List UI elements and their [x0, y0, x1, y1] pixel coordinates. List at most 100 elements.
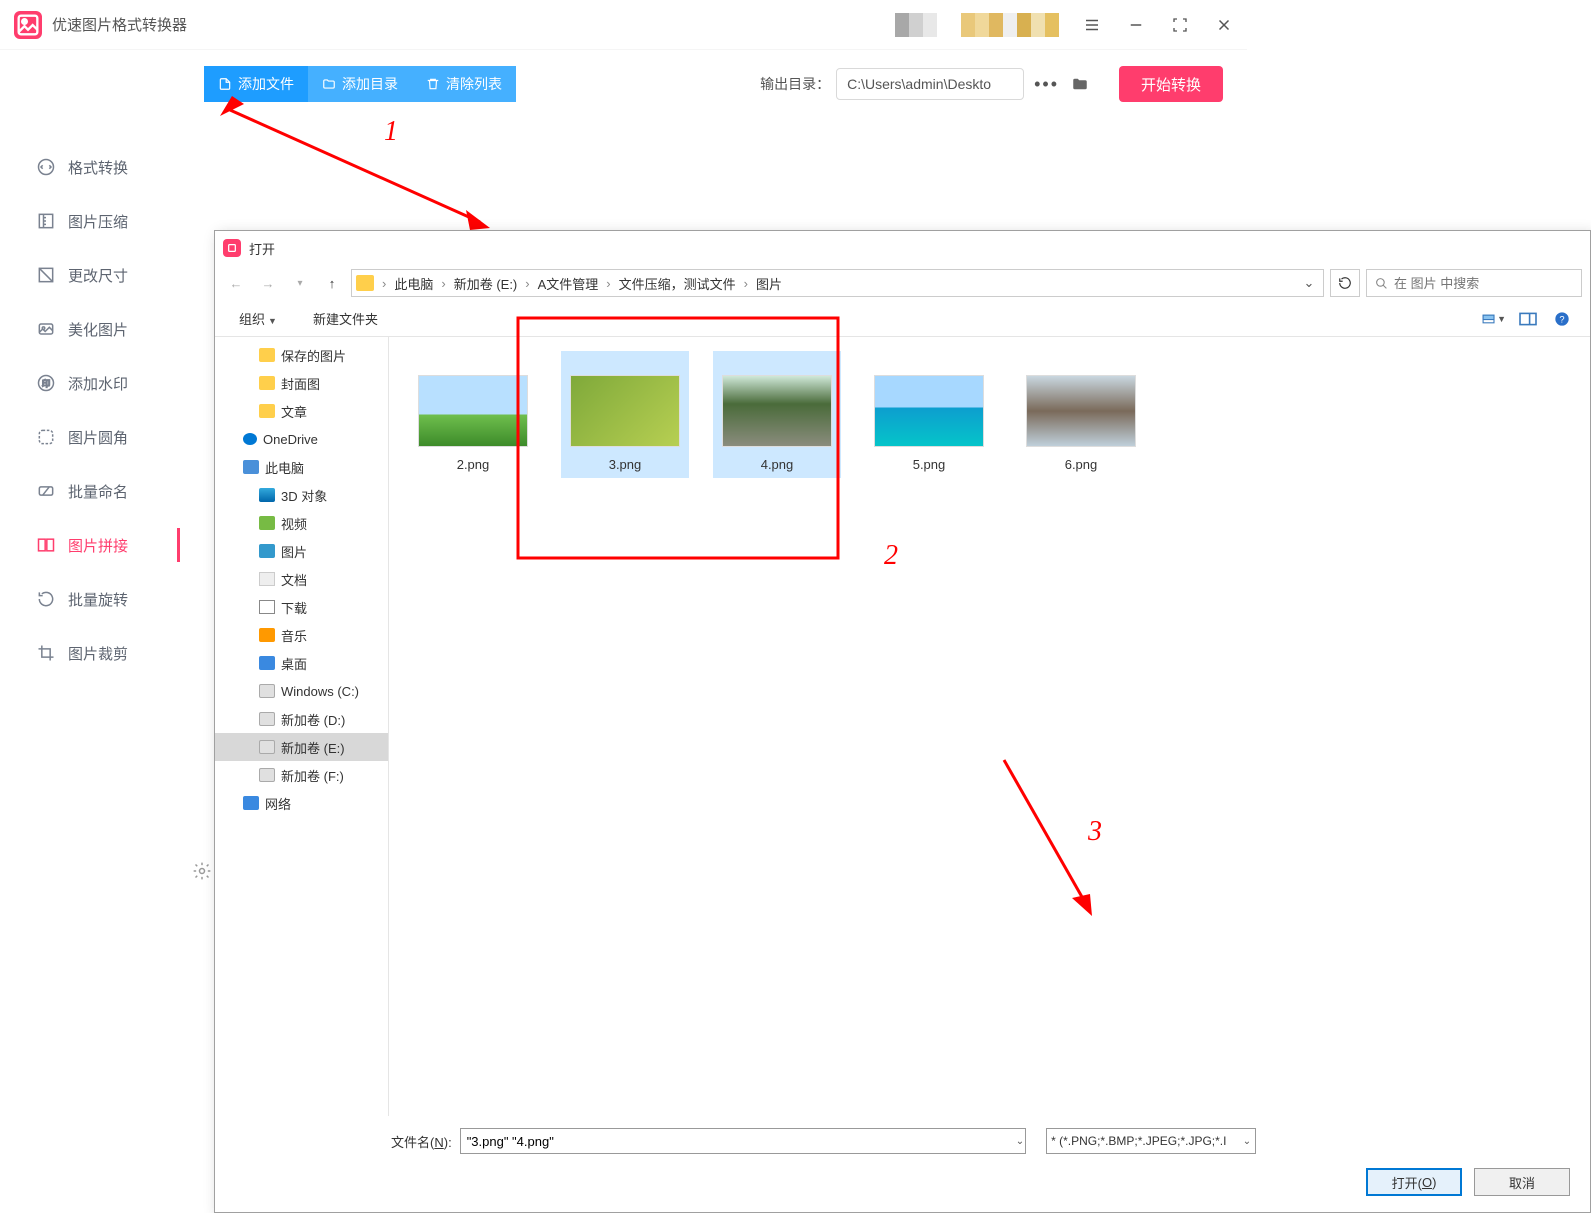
tree-item[interactable]: 下载 [215, 593, 388, 621]
breadcrumb-folder-icon [356, 275, 374, 291]
rename-icon [36, 481, 56, 501]
sidebar-item-resize[interactable]: 更改尺寸 [0, 248, 180, 302]
tree-item[interactable]: 图片 [215, 537, 388, 565]
preview-pane-icon[interactable] [1516, 309, 1540, 329]
browse-dots-button[interactable]: ••• [1034, 74, 1059, 95]
filename-label: 文件名(N): [391, 1132, 452, 1151]
tree-item[interactable]: 文档 [215, 565, 388, 593]
file-name-label: 2.png [457, 457, 490, 472]
search-icon [1375, 277, 1388, 290]
tree-item[interactable]: 桌面 [215, 649, 388, 677]
start-convert-button[interactable]: 开始转换 [1119, 66, 1223, 102]
folder-icon [259, 376, 275, 390]
search-input[interactable] [1394, 276, 1573, 291]
cancel-button[interactable]: 取消 [1474, 1168, 1570, 1196]
file-tile[interactable]: 5.png [865, 351, 993, 478]
menu-icon[interactable] [1083, 16, 1101, 34]
nav-recent-dropdown-icon[interactable]: ▾ [287, 270, 313, 296]
sidebar: 格式转换 图片压缩 更改尺寸 美化图片 印 添加水印 图片圆角 [0, 50, 180, 1213]
add-file-button[interactable]: 添加文件 [204, 66, 308, 102]
filename-input[interactable] [460, 1128, 1026, 1154]
tree-item[interactable]: 新加卷 (F:) [215, 761, 388, 789]
settings-corner-icon[interactable] [192, 861, 212, 881]
sidebar-item-watermark[interactable]: 印 添加水印 [0, 356, 180, 410]
breadcrumb-dropdown-icon[interactable]: ⌄ [1299, 275, 1319, 291]
output-dir-input[interactable] [836, 68, 1024, 100]
file-name-label: 4.png [761, 457, 794, 472]
tree-item[interactable]: 文章 [215, 397, 388, 425]
dialog-footer: 文件名(N): ⌄ * (*.PNG;*.BMP;*.JPEG;*.JPG;*.… [215, 1116, 1590, 1212]
sidebar-item-label: 添加水印 [68, 373, 128, 394]
sidebar-item-label: 美化图片 [68, 319, 128, 340]
network-icon [243, 796, 259, 810]
breadcrumb-item[interactable]: A文件管理 [534, 272, 603, 295]
file-tile[interactable]: 4.png [713, 351, 841, 478]
file-tile[interactable]: 3.png [561, 351, 689, 478]
sidebar-item-label: 批量命名 [68, 481, 128, 502]
tree-item[interactable]: 保存的图片 [215, 341, 388, 369]
maximize-icon[interactable] [1171, 16, 1189, 34]
breadcrumb-item[interactable]: 此电脑 [390, 272, 437, 295]
tree-item[interactable]: 封面图 [215, 369, 388, 397]
refresh-button[interactable] [1330, 269, 1360, 297]
tree-item-onedrive[interactable]: OneDrive [215, 425, 388, 453]
desktop-icon [259, 656, 275, 670]
add-folder-button[interactable]: 添加目录 [308, 66, 412, 102]
tree-item[interactable]: 音乐 [215, 621, 388, 649]
close-icon[interactable] [1215, 16, 1233, 34]
file-thumbnail [418, 375, 528, 447]
sidebar-item-beautify[interactable]: 美化图片 [0, 302, 180, 356]
user-avatar-blur [895, 13, 937, 37]
tree-item-network[interactable]: 网络 [215, 789, 388, 817]
sidebar-item-compress[interactable]: 图片压缩 [0, 194, 180, 248]
tree-item[interactable]: 3D 对象 [215, 481, 388, 509]
sidebar-item-stitch[interactable]: 图片拼接 [0, 518, 180, 572]
sidebar-item-crop[interactable]: 图片裁剪 [0, 626, 180, 680]
clear-list-button[interactable]: 清除列表 [412, 66, 516, 102]
sidebar-item-rename[interactable]: 批量命名 [0, 464, 180, 518]
nav-up-icon[interactable]: ↑ [319, 270, 345, 296]
button-label: 清除列表 [446, 74, 502, 94]
view-mode-icon[interactable]: ▼ [1482, 309, 1506, 329]
breadcrumb-item[interactable]: 文件压缩，测试文件 [615, 272, 740, 295]
user-name-blur [961, 13, 1059, 37]
sidebar-item-rounded[interactable]: 图片圆角 [0, 410, 180, 464]
tree-item[interactable]: 新加卷 (D:) [215, 705, 388, 733]
music-icon [259, 628, 275, 642]
tree-item[interactable]: 视频 [215, 509, 388, 537]
drive-icon [259, 768, 275, 782]
breadcrumb[interactable]: › 此电脑 › 新加卷 (E:) › A文件管理 › 文件压缩，测试文件 › 图… [351, 269, 1324, 297]
file-name-label: 6.png [1065, 457, 1098, 472]
open-button[interactable]: 打开(O) [1366, 1168, 1462, 1196]
nav-back-icon[interactable]: ← [223, 270, 249, 296]
open-folder-icon[interactable] [1069, 75, 1091, 93]
pc-icon [243, 460, 259, 474]
rotate-icon [36, 589, 56, 609]
dialog-tree[interactable]: 保存的图片 封面图 文章 OneDrive 此电脑 3D 对象 视频 图片 文档… [215, 337, 389, 1116]
breadcrumb-item[interactable]: 新加卷 (E:) [450, 272, 522, 295]
rounded-icon [36, 427, 56, 447]
filetype-select[interactable]: * (*.PNG;*.BMP;*.JPEG;*.JPG;*.I ⌄ [1046, 1128, 1256, 1154]
output-dir-label: 输出目录： [760, 74, 830, 94]
file-thumbnail [874, 375, 984, 447]
help-icon[interactable]: ? [1550, 309, 1574, 329]
dialog-title: 打开 [249, 239, 275, 258]
file-tile[interactable]: 2.png [409, 351, 537, 478]
minimize-icon[interactable] [1127, 16, 1145, 34]
file-tile[interactable]: 6.png [1017, 351, 1145, 478]
drive-icon [259, 712, 275, 726]
dialog-toolbar: 组织▼ 新建文件夹 ▼ ? [215, 301, 1590, 337]
breadcrumb-item[interactable]: 图片 [752, 272, 786, 295]
tree-item-thispc[interactable]: 此电脑 [215, 453, 388, 481]
tree-item-selected[interactable]: 新加卷 (E:) [215, 733, 388, 761]
sidebar-item-label: 批量旋转 [68, 589, 128, 610]
search-box[interactable] [1366, 269, 1582, 297]
sidebar-item-format[interactable]: 格式转换 [0, 140, 180, 194]
new-folder-button[interactable]: 新建文件夹 [305, 305, 386, 332]
chevron-right-icon: › [439, 276, 447, 291]
sidebar-item-rotate[interactable]: 批量旋转 [0, 572, 180, 626]
tree-item[interactable]: Windows (C:) [215, 677, 388, 705]
organize-menu[interactable]: 组织▼ [231, 305, 285, 332]
nav-forward-icon[interactable]: → [255, 270, 281, 296]
chevron-right-icon: › [604, 276, 612, 291]
